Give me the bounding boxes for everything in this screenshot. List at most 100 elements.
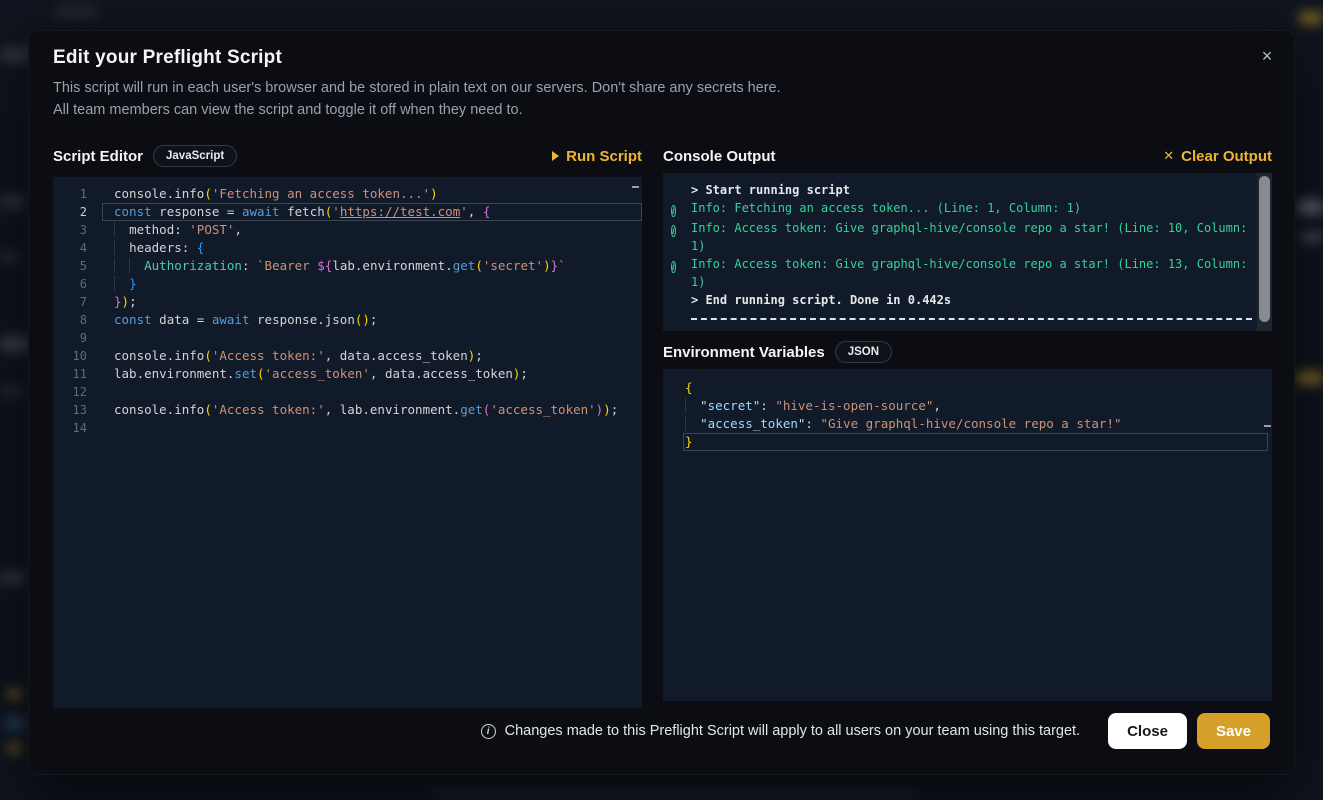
- code-line[interactable]: 11lab.environment.set('access_token', da…: [53, 365, 642, 383]
- code-line[interactable]: 13console.info('Access token:', lab.envi…: [53, 401, 642, 419]
- console-entry: iInfo: Access token: Give graphql-hive/c…: [671, 219, 1254, 255]
- line-number: 4: [53, 239, 87, 257]
- code-token: get: [460, 402, 483, 417]
- code-line-content: [102, 419, 642, 437]
- code-token: ): [122, 294, 130, 309]
- line-number: 6: [53, 275, 87, 293]
- console-entry-text: Info: Access token: Give graphql-hive/co…: [691, 255, 1254, 291]
- code-token: response =: [152, 204, 242, 219]
- code-token: lab.environment.: [114, 366, 234, 381]
- env-line-content: }: [683, 433, 1268, 451]
- code-line-content: [102, 383, 642, 401]
- console-entry: iInfo: Access token: Give graphql-hive/c…: [671, 255, 1254, 291]
- code-token: console.info: [114, 348, 204, 363]
- code-line[interactable]: 7});: [53, 293, 642, 311]
- console-entry-text: Info: Fetching an access token... (Line:…: [691, 199, 1081, 219]
- code-line-content: const data = await response.json();: [102, 311, 642, 329]
- run-script-button[interactable]: Run Script: [552, 148, 642, 165]
- line-number: 8: [53, 311, 87, 329]
- console-entry: > End running script. Done in 0.442s: [671, 291, 1254, 309]
- info-icon: i: [481, 724, 496, 739]
- play-icon: [552, 151, 559, 161]
- clear-output-button[interactable]: ✕ Clear Output: [1163, 148, 1272, 165]
- code-line[interactable]: 9: [53, 329, 642, 347]
- info-circle-icon: i: [671, 225, 676, 237]
- close-icon[interactable]: ×: [1254, 43, 1280, 69]
- save-button[interactable]: Save: [1197, 713, 1270, 749]
- code-line-content: lab.environment.set('access_token', data…: [102, 365, 642, 383]
- backdrop-blob: [8, 744, 21, 752]
- backdrop-blob: [1296, 372, 1323, 384]
- line-number: 3: [53, 221, 87, 239]
- code-token: :: [242, 258, 257, 273]
- clear-icon: ✕: [1163, 148, 1174, 164]
- footer-note: i Changes made to this Preflight Script …: [481, 723, 1080, 739]
- script-editor-title: Script Editor: [53, 148, 143, 165]
- code-line-content: method: 'POST',: [102, 221, 642, 239]
- code-line[interactable]: 6 }: [53, 275, 642, 293]
- code-token: await: [212, 312, 250, 327]
- run-script-label: Run Script: [566, 148, 642, 165]
- code-token: ): [362, 312, 370, 327]
- code-line[interactable]: 10console.info('Access token:', data.acc…: [53, 347, 642, 365]
- code-line[interactable]: 1console.info('Fetching an access token.…: [53, 185, 642, 203]
- code-token: [129, 258, 144, 273]
- console-output[interactable]: > Start running scriptiInfo: Fetching an…: [663, 173, 1272, 331]
- code-token: [114, 276, 129, 291]
- env-code-line[interactable]: }: [663, 433, 1272, 451]
- log-icon-spacer: [671, 181, 691, 199]
- code-token: [114, 258, 129, 273]
- code-line-content: console.info('Access token:', data.acces…: [102, 347, 642, 365]
- code-line[interactable]: 5 Authorization: `Bearer ${lab.environme…: [53, 257, 642, 275]
- code-token: 'access_token': [265, 366, 370, 381]
- env-line-content: "secret": "hive-is-open-source",: [683, 397, 1268, 415]
- close-button[interactable]: Close: [1108, 713, 1187, 749]
- overview-ruler-marker: [632, 186, 639, 188]
- console-header: Console Output ✕ Clear Output: [663, 141, 1272, 171]
- console-scrollbar[interactable]: [1257, 173, 1272, 331]
- env-code-line[interactable]: {: [663, 379, 1272, 397]
- console-scrollbar-thumb[interactable]: [1259, 176, 1270, 322]
- dialog-description-line2: All team members can view the script and…: [53, 99, 781, 121]
- clear-output-label: Clear Output: [1181, 148, 1272, 165]
- env-code-line[interactable]: "access_token": "Give graphql-hive/conso…: [663, 415, 1272, 433]
- code-token: 'POST': [189, 222, 234, 237]
- code-token: (: [204, 348, 212, 363]
- code-token: ":: [798, 416, 821, 431]
- code-line-content: const response = await fetch('https://te…: [102, 203, 642, 221]
- backdrop-blob: [5, 716, 25, 731]
- env-code-line[interactable]: "secret": "hive-is-open-source",: [663, 397, 1272, 415]
- code-line[interactable]: 2const response = await fetch('https://t…: [53, 203, 642, 221]
- log-icon-spacer: [671, 291, 691, 309]
- code-line-content: console.info('Access token:', lab.enviro…: [102, 401, 642, 419]
- code-line[interactable]: 14: [53, 419, 642, 437]
- code-token: ;: [611, 402, 619, 417]
- script-editor[interactable]: 1console.info('Fetching an access token.…: [53, 177, 642, 708]
- code-line[interactable]: 3 method: 'POST',: [53, 221, 642, 239]
- code-token: ;: [370, 312, 378, 327]
- code-token: , data.access_token: [370, 366, 513, 381]
- code-line-content: }: [102, 275, 642, 293]
- code-token: data =: [152, 312, 212, 327]
- code-token: (: [475, 258, 483, 273]
- code-line[interactable]: 8 const data = await response.json();: [53, 311, 642, 329]
- info-icon: i: [671, 199, 691, 219]
- info-circle-icon: i: [671, 205, 676, 217]
- code-token: method:: [129, 222, 189, 237]
- code-token: }: [114, 294, 122, 309]
- code-line[interactable]: 12: [53, 383, 642, 401]
- backdrop-blob: [0, 48, 30, 62]
- code-token: {: [197, 240, 205, 255]
- code-token: ): [543, 258, 551, 273]
- line-number: 14: [53, 419, 87, 437]
- code-token: {: [685, 380, 693, 395]
- code-token: 'access_token': [490, 402, 595, 417]
- environment-variables-editor[interactable]: { "secret": "hive-is-open-source", "acce…: [663, 369, 1272, 701]
- code-token: (: [257, 366, 265, 381]
- code-line[interactable]: 4 headers: {: [53, 239, 642, 257]
- code-token: [114, 222, 129, 237]
- info-icon: i: [671, 255, 691, 291]
- code-token: ": [700, 398, 708, 413]
- dialog-footer: i Changes made to this Preflight Script …: [53, 713, 1270, 749]
- code-token: {: [483, 204, 491, 219]
